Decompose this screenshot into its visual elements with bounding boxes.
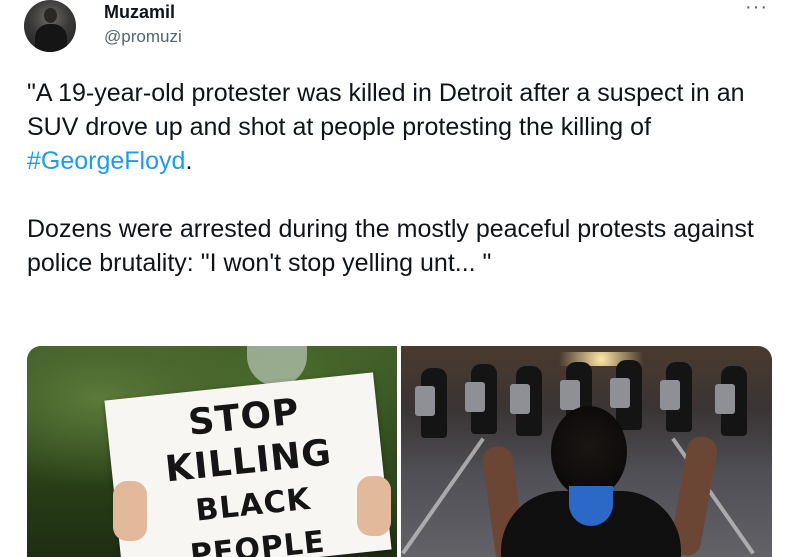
tweet-paragraph-1-end: .: [185, 147, 193, 175]
police-shield: [560, 380, 580, 410]
avatar-head-shape: [44, 8, 57, 23]
more-options-icon[interactable]: ···: [745, 0, 768, 17]
avatar-body-shape: [35, 24, 67, 52]
officer: [415, 368, 447, 438]
police-shield: [415, 386, 435, 416]
police-shield: [715, 384, 735, 414]
protest-sign: STOP KILLING BLACK PEOPLE: [104, 372, 392, 557]
road-line-left: [401, 437, 485, 555]
protester-head: [551, 406, 627, 498]
officer: [660, 362, 692, 432]
tweet-paragraph-1-text: "A 19-year-old protester was killed in D…: [27, 79, 745, 141]
tweet-media[interactable]: STOP KILLING BLACK PEOPLE: [27, 346, 772, 557]
author-handle[interactable]: @promuzi: [104, 27, 182, 47]
police-shield: [510, 384, 530, 414]
tweet-paragraph-1: "A 19-year-old protester was killed in D…: [27, 76, 777, 178]
police-shield: [465, 382, 485, 412]
hand-right: [357, 476, 391, 536]
hand-left: [113, 481, 147, 541]
tweet-paragraph-2: Dozens were arrested during the mostly p…: [27, 215, 754, 277]
officer: [610, 360, 642, 430]
police-shield: [610, 378, 630, 408]
tweet-text: "A 19-year-old protester was killed in D…: [27, 76, 777, 280]
media-image-protest-sign[interactable]: STOP KILLING BLACK PEOPLE: [27, 346, 397, 557]
hashtag-link[interactable]: #GeorgeFloyd: [27, 147, 185, 175]
author-name[interactable]: Muzamil: [104, 2, 175, 23]
police-shield: [660, 380, 680, 410]
officer: [465, 364, 497, 434]
avatar[interactable]: [24, 0, 76, 52]
officer: [715, 366, 747, 436]
protest-sign-text: STOP KILLING BLACK PEOPLE: [117, 383, 384, 557]
officer: [510, 366, 542, 436]
media-image-police-line[interactable]: [401, 346, 772, 557]
street-lights: [541, 352, 661, 366]
